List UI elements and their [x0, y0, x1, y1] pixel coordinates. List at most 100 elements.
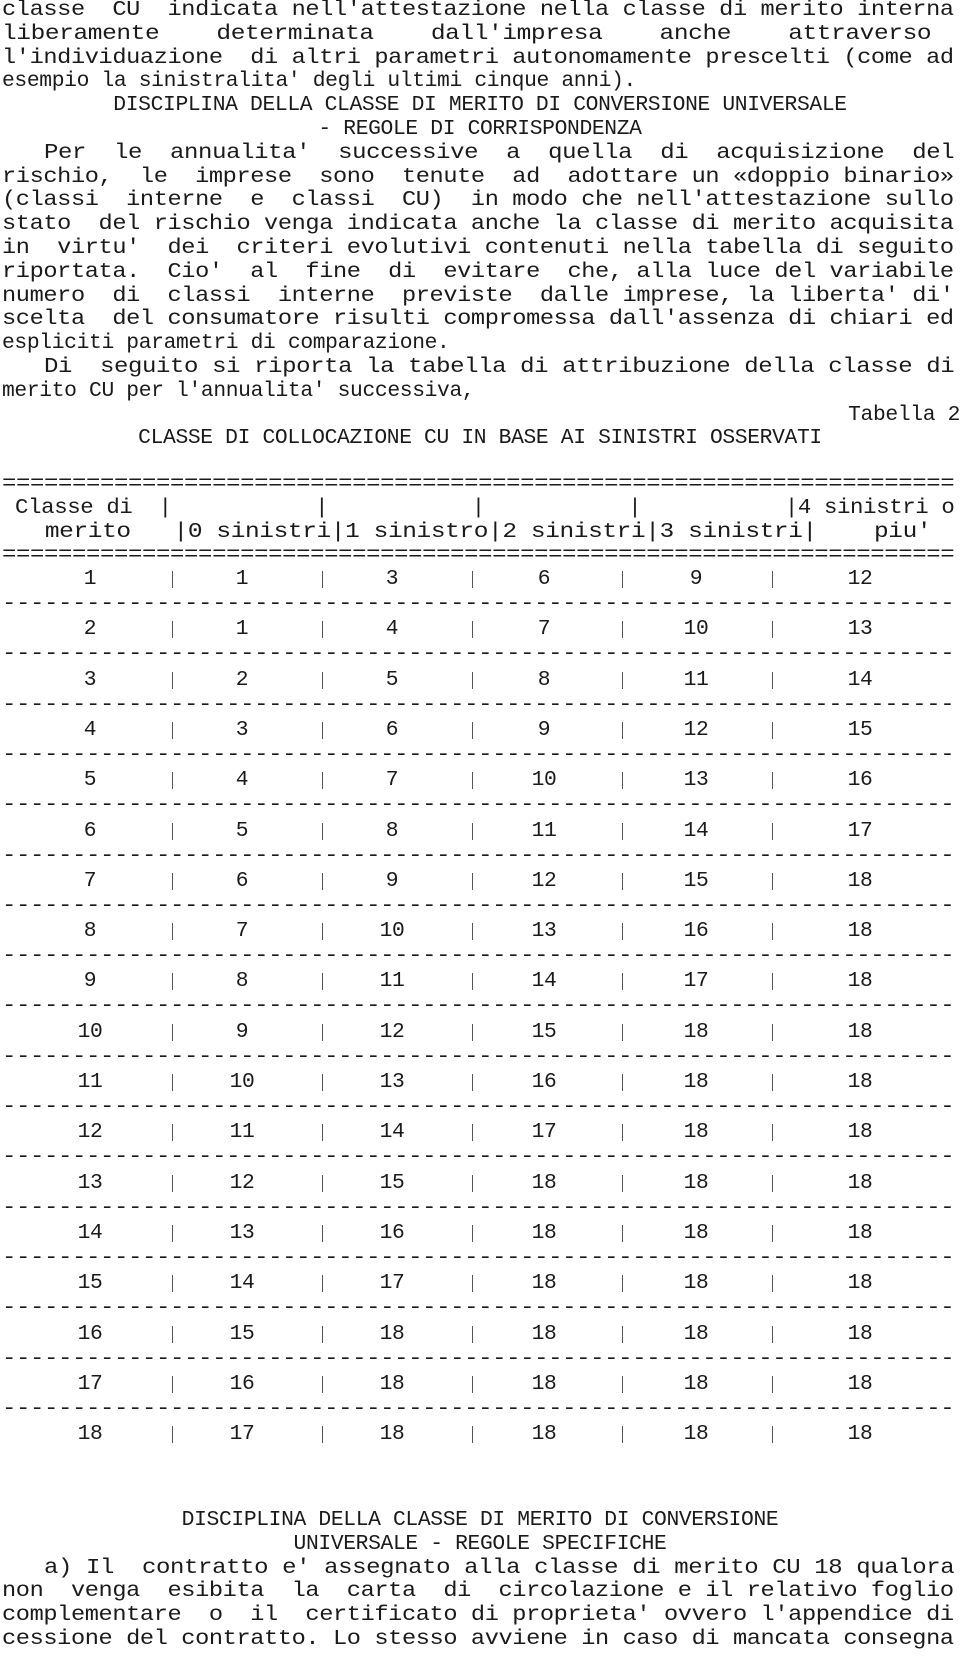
- table-rule-single: ----------------------------------------…: [2, 1396, 955, 1421]
- table-cell: 1: [235, 567, 249, 591]
- column-separator: [322, 671, 323, 689]
- table-row: 15 14 17 18 18 18: [0, 1271, 960, 1295]
- column-separator: [772, 1325, 773, 1343]
- table-rule-single: ----------------------------------------…: [2, 1095, 955, 1119]
- table-cell: 16: [379, 1220, 405, 1245]
- table-row: 10 9 12 15 18 18: [0, 1020, 960, 1044]
- paragraph-line: (classi interne e classi CU) in modo che…: [2, 188, 954, 213]
- paragraph-line: esempio la sinistralita' degli ultimi ci…: [2, 69, 636, 94]
- table-cell: 12: [683, 717, 709, 742]
- paragraph-line: classe CU indicata nell'attestazione nel…: [2, 0, 954, 22]
- table-cell: 18: [683, 1321, 709, 1346]
- column-separator: [472, 1325, 473, 1343]
- column-separator: [172, 1275, 173, 1293]
- table-cell: 15: [229, 1321, 255, 1346]
- table-rule-single: ----------------------------------------…: [2, 742, 955, 767]
- table-cell: 13: [531, 919, 557, 944]
- table-row: 18 17 18 18 18 18: [0, 1422, 960, 1446]
- column-separator: [772, 1124, 773, 1142]
- column-separator: [472, 1426, 473, 1444]
- table-cell: 18: [847, 1371, 873, 1396]
- table-cell: 11: [683, 667, 709, 692]
- table-rule-single: ----------------------------------------…: [2, 1296, 955, 1321]
- column-separator: [622, 1124, 623, 1142]
- table-cell: 12: [379, 1019, 405, 1044]
- table-cell: 1: [235, 617, 249, 642]
- column-separator: [322, 721, 323, 739]
- column-separator: [622, 571, 623, 588]
- table-cell: 13: [847, 617, 873, 642]
- table-cell: 5: [235, 818, 249, 843]
- column-separator: [622, 1325, 623, 1343]
- column-separator: [472, 1023, 473, 1041]
- table-cell: 13: [229, 1220, 255, 1245]
- table-cell: 16: [531, 1070, 557, 1094]
- column-separator: [622, 1224, 623, 1242]
- column-separator: [622, 1375, 623, 1393]
- table-cell-class: 5: [83, 768, 97, 793]
- table-cell: 12: [531, 868, 557, 893]
- table-rule-double: ========================================…: [2, 543, 955, 568]
- column-separator: [772, 923, 773, 941]
- column-separator: [172, 571, 173, 588]
- column-separator: [472, 1124, 473, 1142]
- column-separator: [622, 872, 623, 890]
- column-separator: [772, 721, 773, 739]
- paragraph-line: riportata. Cio' al fine di evitare che, …: [2, 259, 954, 284]
- table-cell-class: 4: [83, 717, 97, 742]
- column-separator: [622, 1426, 623, 1444]
- table-cell: 18: [531, 1220, 557, 1245]
- table-rule-double: ========================================…: [2, 472, 955, 496]
- column-separator: [322, 1325, 323, 1343]
- table-cell: 18: [847, 868, 873, 893]
- paragraph-line: stato del rischio venga indicata anche l…: [2, 212, 954, 237]
- table-cell: 7: [537, 617, 551, 642]
- table-cell: 17: [683, 969, 709, 994]
- table-cell-class: 7: [83, 868, 97, 893]
- table-cell-class: 10: [77, 1019, 103, 1044]
- column-separator: [472, 923, 473, 941]
- column-separator: [172, 671, 173, 689]
- column-separator: [772, 1426, 773, 1444]
- table-cell: 3: [385, 567, 399, 591]
- table-cell-class: 9: [83, 969, 97, 994]
- table-row: 11 10 13 16 18 18: [0, 1070, 960, 1094]
- table-cell: 18: [847, 919, 873, 944]
- table-cell: 9: [537, 717, 551, 742]
- table-rule-single: ----------------------------------------…: [2, 692, 955, 717]
- table-cell: 18: [847, 1271, 873, 1296]
- column-separator: [622, 1174, 623, 1192]
- column-separator: [472, 1275, 473, 1293]
- column-separator: [172, 1174, 173, 1192]
- column-separator: [472, 1375, 473, 1393]
- paragraph-line: Di seguito si riporta la tabella di attr…: [2, 355, 955, 379]
- paragraph-line: rischio, le imprese sono tenute ad adott…: [2, 164, 954, 189]
- table-cell: 15: [379, 1170, 405, 1195]
- column-separator: [172, 1224, 173, 1242]
- table-row: 7 6 9 12 15 18: [0, 869, 960, 893]
- column-separator: [322, 822, 323, 840]
- table-cell: 16: [683, 919, 709, 944]
- column-separator: [322, 1375, 323, 1393]
- table-cell: 4: [385, 617, 399, 642]
- column-separator: [322, 872, 323, 890]
- table-row: 13 12 15 18 18 18: [0, 1171, 960, 1195]
- table-cell: 12: [847, 567, 873, 591]
- table-rule-single: ----------------------------------------…: [2, 642, 955, 667]
- table-cell: 18: [683, 1271, 709, 1296]
- table-rule-single: ----------------------------------------…: [2, 793, 955, 818]
- column-separator: [172, 1325, 173, 1343]
- column-separator: [322, 1426, 323, 1444]
- column-separator: [172, 1426, 173, 1444]
- table-rule-single: ----------------------------------------…: [2, 944, 955, 969]
- column-separator: [472, 872, 473, 890]
- table-cell-class: 6: [83, 818, 97, 843]
- table-row: 16 15 18 18 18 18: [0, 1322, 960, 1346]
- column-separator: [322, 1174, 323, 1192]
- table-label: Tabella 2: [848, 402, 960, 427]
- column-separator: [322, 1023, 323, 1041]
- table-cell: 9: [385, 868, 399, 893]
- table-cell: 17: [379, 1271, 405, 1296]
- table-cell: 12: [229, 1170, 255, 1195]
- column-separator: [622, 1023, 623, 1041]
